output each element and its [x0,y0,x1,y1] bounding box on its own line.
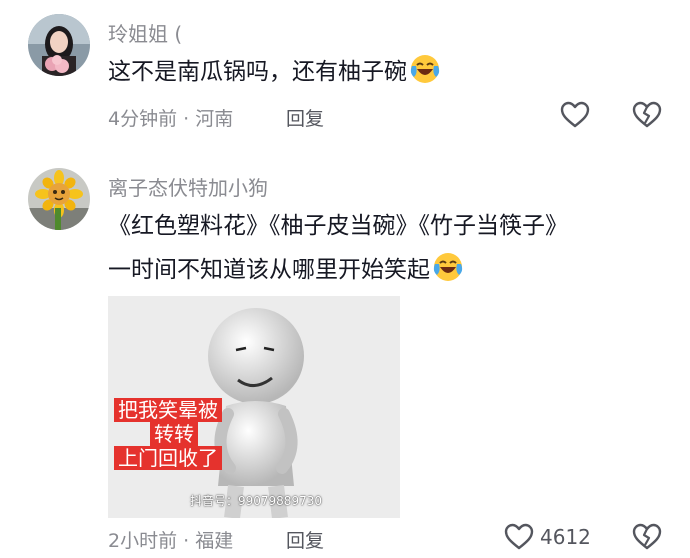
comment-item: 离子态伏特加小狗 《红色塑料花》《柚子皮当碗》《竹子当筷子》 一时间不知道该从哪… [0,0,690,558]
laughing-crying-emoji-icon [433,253,463,281]
dislike-icon[interactable] [632,523,662,551]
comment-username[interactable]: 离子态伏特加小狗 [108,172,268,201]
comment-meta: 2小时前 · 福建 [108,526,233,553]
comment-location: 福建 [195,530,234,552]
comment-text: 一时间不知道该从哪里开始笑起 [108,250,464,290]
heart-icon[interactable] [504,523,534,551]
comment-text-line: 《红色塑料花》《柚子皮当碗》《竹子当筷子》 [108,213,568,239]
image-watermark: 抖音号：99079889730 [190,494,322,508]
comment-text-line: 一时间不知道该从哪里开始笑起 [108,257,430,283]
meme-caption-line: 上门回收了 [114,446,222,470]
comment-time: 2小时前 [108,530,178,552]
meta-separator: · [183,530,190,552]
meme-caption-line: 把我笑晕被 [114,398,222,422]
avatar[interactable] [28,168,90,230]
reply-button[interactable]: 回复 [286,526,324,553]
meme-caption-line: 转转 [150,422,198,446]
like-count: 4612 [540,525,591,549]
comment-image[interactable]: 把我笑晕被 转转 上门回收了 抖音号：99079889730 [108,296,400,518]
